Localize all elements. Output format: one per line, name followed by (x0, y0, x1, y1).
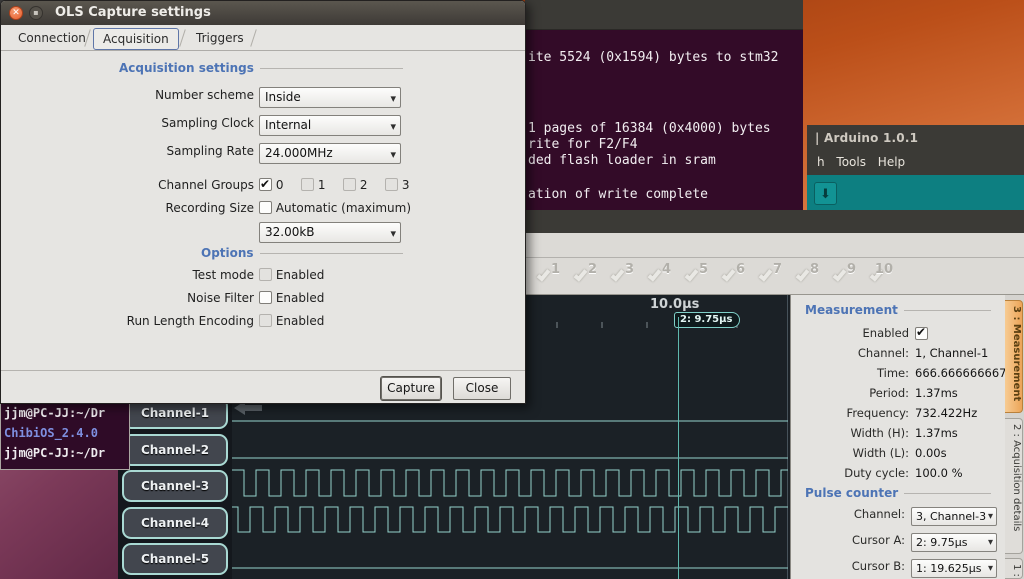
noise-filter-checkbox[interactable] (259, 291, 272, 304)
cursor-9-button[interactable]: 9 (832, 262, 858, 290)
cursor-flag-icon (833, 267, 847, 281)
cursor-flag-icon (537, 267, 551, 281)
cursor-flag-icon (574, 267, 588, 281)
tab-triggers[interactable]: Triggers (187, 28, 253, 50)
rle-checkbox (259, 314, 272, 327)
close-window-icon[interactable]: ✕ (9, 6, 23, 20)
cursor-2-button[interactable]: 2 (573, 262, 599, 290)
cursor-flag-icon (722, 267, 736, 281)
channel-group-0-checkbox[interactable] (259, 178, 272, 191)
sampling-rate-select[interactable]: 24.000MHz▾ (259, 143, 401, 164)
shell-terminal-window: jjm@PC-JJ:~/Dr ChibiOS_2.4.0 jjm@PC-JJ:~… (0, 402, 130, 470)
capture-button[interactable]: Capture (381, 377, 441, 400)
measurement-panel: Measurement Enabled Channel:1, Channel-1… (790, 295, 1005, 579)
chevron-down-icon: ▾ (390, 89, 396, 108)
cursor-flag-icon (611, 267, 625, 281)
capture-settings-dialog: ✕ ▪ OLS Capture settings Connection Acqu… (0, 0, 526, 404)
measurement-period-value: 1.37ms (915, 386, 958, 400)
cursor-flag-icon (648, 267, 662, 281)
terminal-line: ite 5524 (0x1594) bytes to stm32 (528, 50, 778, 65)
channel-group-2-checkbox (343, 178, 356, 191)
tab-connection[interactable]: Connection (9, 28, 95, 50)
download-arrow-icon: ⬇ (820, 187, 831, 202)
cursor-4-button[interactable]: 4 (647, 262, 673, 290)
cursor-8-button[interactable]: 8 (795, 262, 821, 290)
cursor-7-button[interactable]: 7 (758, 262, 784, 290)
upload-button[interactable]: ⬇ (814, 182, 837, 205)
channel-label[interactable]: Channel-2 (122, 434, 228, 466)
cursor-b-select[interactable]: 1: 19.625µs▾ (911, 559, 997, 578)
channel-label[interactable]: Channel-4 (122, 507, 228, 539)
measurement-time-value: 666.666666667n (915, 366, 1014, 380)
cursor-2-flag[interactable]: 2: 9.75µs (674, 312, 740, 328)
measurement-width-h-value: 1.37ms (915, 426, 958, 440)
measurement-frequency-value: 732.422Hz (915, 406, 977, 420)
terminal-line: ation of write complete (528, 187, 708, 202)
close-button[interactable]: Close (453, 377, 511, 400)
dialog-title: OLS Capture settings (55, 5, 211, 20)
cursor-a-select[interactable]: 2: 9.75µs▾ (911, 533, 997, 552)
test-mode-checkbox (259, 268, 272, 281)
recording-size-auto-checkbox[interactable] (259, 201, 272, 214)
measurement-channel-value: 1, Channel-1 (915, 346, 988, 360)
tab-measurement[interactable]: 3 : Measurement (1005, 300, 1023, 413)
dialog-footer: Capture Close (1, 370, 525, 404)
channel-label[interactable]: Channel-5 (122, 543, 228, 575)
timeline-scale-label: 10.0µs (650, 297, 699, 312)
cursor-3-button[interactable]: 3 (610, 262, 636, 290)
shell-prompt-line: jjm@PC-JJ:~/Dr (4, 406, 105, 420)
measurement-duty-cycle-value: 100.0 % (915, 466, 963, 480)
tab-acquisition[interactable]: Acquisition (93, 28, 179, 50)
pulse-counter-channel-select[interactable]: 3, Channel-3▾ (911, 507, 997, 526)
sampling-clock-select[interactable]: Internal▾ (259, 115, 401, 136)
cursor-flag-icon (796, 267, 810, 281)
terminal-line: 1 pages of 16384 (0x4000) bytes (528, 121, 771, 136)
tab-acquisition-details[interactable]: 2 : Acquisition details (1005, 418, 1023, 554)
cursor-flag-icon (685, 267, 699, 281)
measurement-width-l-value: 0.00s (915, 446, 947, 460)
number-scheme-select[interactable]: Inside▾ (259, 87, 401, 108)
arduino-toolbar: ⬇ (807, 175, 1024, 213)
desktop: | Arduino 1.0.1 h Tools Help ⬇ 1 2 3 4 5… (0, 0, 1024, 579)
channel-group-1-checkbox (301, 178, 314, 191)
arduino-window-title: | Arduino 1.0.1 (815, 131, 918, 145)
channel-label[interactable]: Channel-3 (122, 470, 228, 502)
enabled-label: Enabled (791, 326, 909, 340)
measurement-section-header: Measurement (805, 303, 991, 317)
side-tab-strip: 3 : Measurement 2 : Acquisition details … (1005, 295, 1024, 579)
tab-cursors[interactable]: 1 : (1005, 558, 1023, 579)
recording-size-select[interactable]: 32.00kB▾ (259, 222, 401, 243)
terminal-line: rite for F2/F4 (528, 137, 638, 152)
chevron-down-icon: ▾ (988, 508, 993, 525)
chevron-down-icon: ▾ (988, 560, 993, 577)
cursor-2-line[interactable] (678, 317, 679, 579)
dialog-tab-bar: Connection Acquisition Triggers (1, 25, 525, 51)
chevron-down-icon: ▾ (390, 145, 396, 164)
dialog-titlebar[interactable]: ✕ ▪ OLS Capture settings (1, 1, 525, 25)
measurement-enabled-checkbox[interactable] (915, 327, 928, 340)
chevron-down-icon: ▾ (390, 224, 396, 243)
shell-output-line: ChibiOS_2.4.0 (4, 426, 98, 440)
cursor-flag-icon (759, 267, 773, 281)
chevron-down-icon: ▾ (390, 117, 396, 136)
flash-terminal-titlebar[interactable] (525, 0, 803, 30)
arduino-menubar[interactable]: h Tools Help (817, 155, 905, 169)
shell-prompt-line: jjm@PC-JJ:~/Dr (4, 446, 105, 460)
cursor-10-button[interactable]: 10 (869, 262, 895, 290)
pulse-counter-section-header: Pulse counter (805, 486, 991, 500)
cursor-1-button[interactable]: 1 (536, 262, 562, 290)
cursor-5-button[interactable]: 5 (684, 262, 710, 290)
acquisition-settings-header: Acquisition settings (119, 61, 403, 75)
cursor-6-button[interactable]: 6 (721, 262, 747, 290)
channel-group-3-checkbox (385, 178, 398, 191)
chevron-down-icon: ▾ (988, 534, 993, 551)
minimize-window-icon[interactable]: ▪ (29, 6, 43, 20)
options-header: Options (201, 246, 403, 260)
flash-terminal-window: ite 5524 (0x1594) bytes to stm32 1 pages… (525, 0, 803, 210)
terminal-line: ded flash loader in sram (528, 153, 716, 168)
